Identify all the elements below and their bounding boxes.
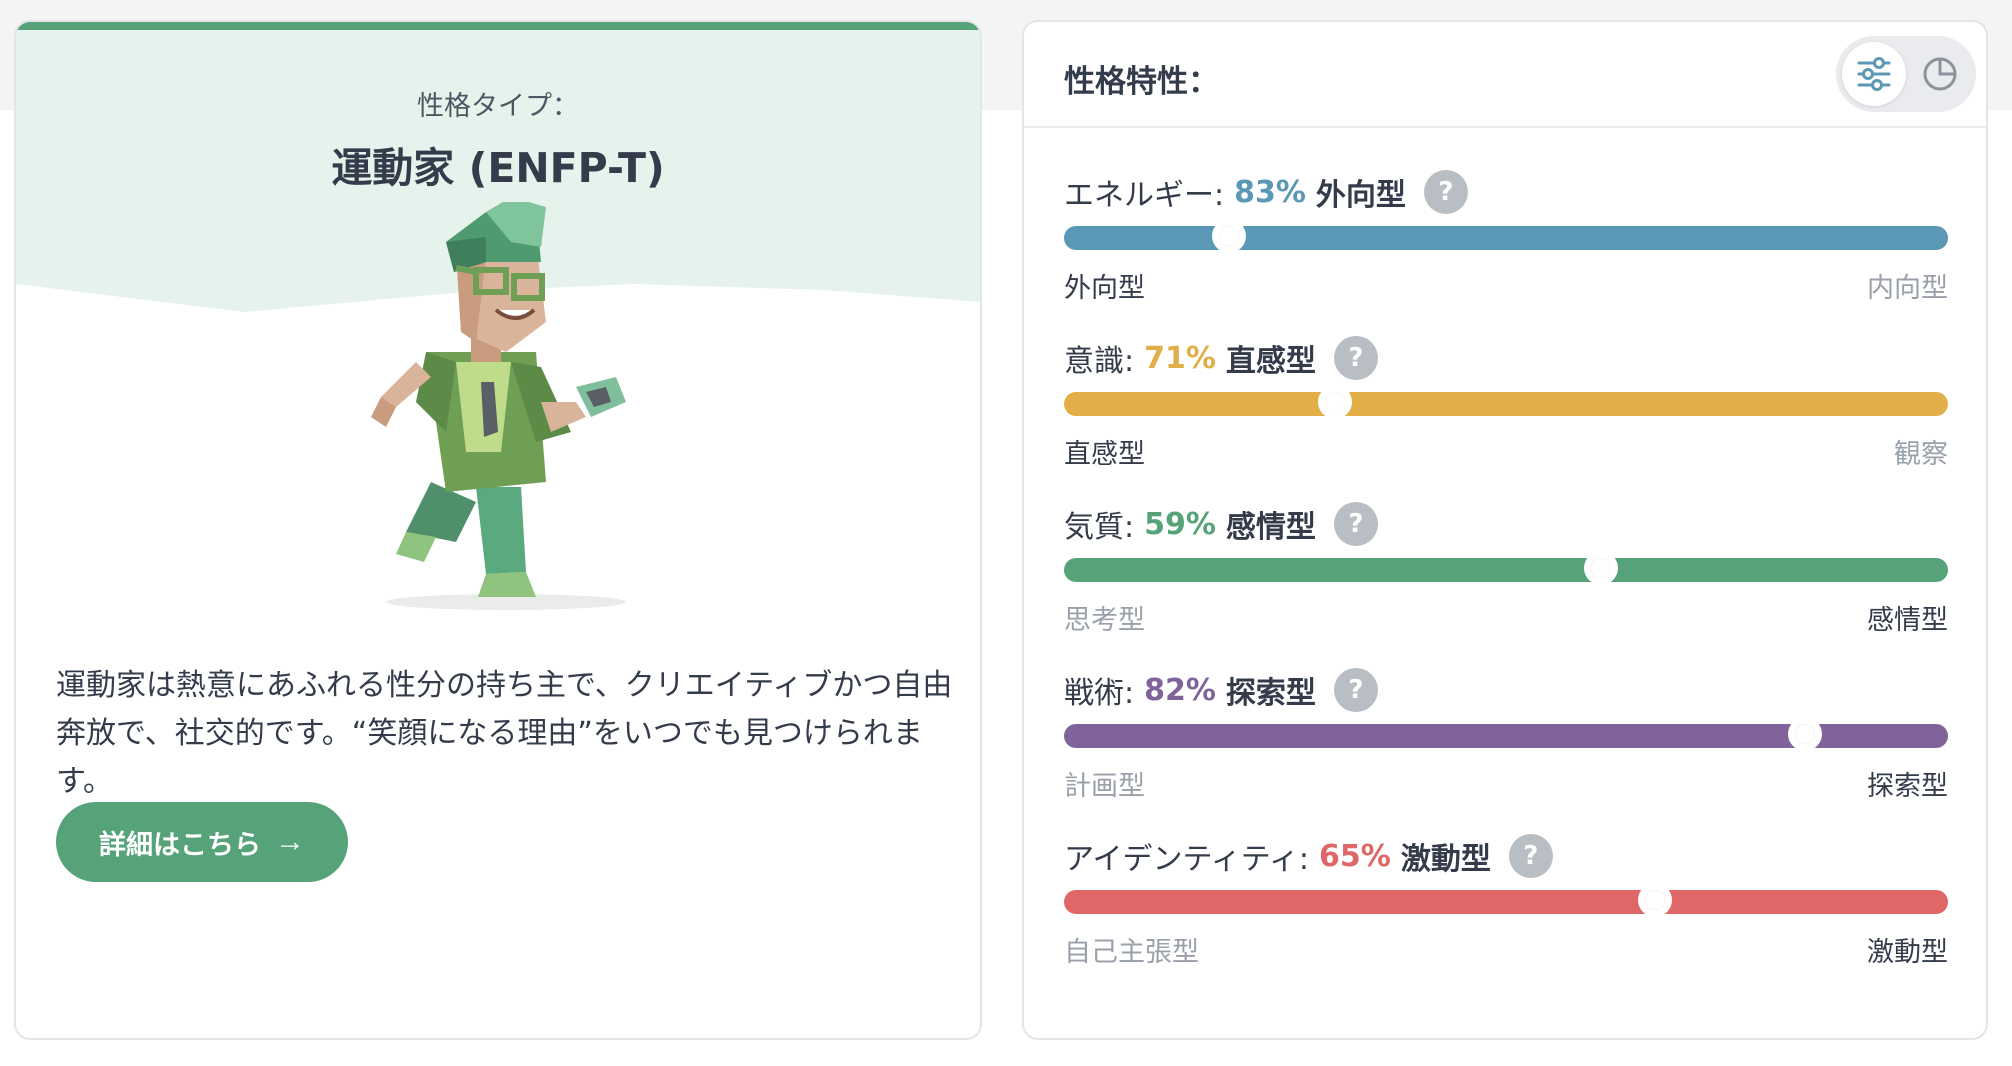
trait-percent: 59%	[1144, 506, 1216, 542]
right-pole-label: 感情型	[1867, 605, 1948, 636]
personality-type-card: 性格タイプ： 運動家 (ENFP-T) 運動家は熱意にあふれる性分の持ち主で、ク…	[14, 20, 982, 1040]
trait-slider-knob[interactable]	[1637, 883, 1672, 917]
left-pole-label: 外向型	[1064, 273, 1145, 304]
trait-slider-track	[1064, 385, 1948, 419]
learn-more-label: 詳細はこちら	[99, 829, 261, 860]
help-icon[interactable]: ?	[1423, 170, 1468, 214]
trait-tactics: 戦術: 82% 探索型 ? 計画型 探索型	[1064, 668, 1948, 818]
left-pole-label: 思考型	[1064, 605, 1145, 636]
learn-more-button[interactable]: 詳細はこちら →	[56, 802, 348, 882]
trait-slider-track	[1064, 717, 1948, 751]
trait-slider-knob[interactable]	[1212, 219, 1247, 253]
trait-identity: アイデンティティ: 65% 激動型 ? 自己主張型 激動型	[1064, 834, 1948, 984]
trait-name: エネルギー:	[1064, 178, 1225, 213]
trait-percent: 71%	[1144, 340, 1216, 376]
trait-side: 感情型	[1225, 510, 1316, 545]
trait-slider-knob[interactable]	[1318, 385, 1353, 419]
trait-name: 意識:	[1064, 344, 1135, 379]
type-description: 運動家は熱意にあふれる性分の持ち主で、クリエイティブかつ自由奔放で、社交的です。…	[56, 668, 953, 799]
type-name: 運動家 (ENFP-T)	[331, 144, 665, 192]
trait-name: アイデンティティ:	[1064, 842, 1310, 877]
trait-side: 直感型	[1225, 344, 1316, 379]
knob-center	[1794, 724, 1815, 744]
trait-slider-knob[interactable]	[1583, 551, 1618, 585]
trait-nature: 気質: 59% 感情型 ? 思考型 感情型	[1064, 502, 1948, 652]
sliders-view-button[interactable]	[1842, 42, 1906, 106]
trait-percent: 82%	[1144, 672, 1216, 708]
pie-chart-icon	[1923, 57, 1957, 91]
help-icon[interactable]: ?	[1333, 336, 1378, 380]
personality-traits-card: 性格特性： エネルギー: 83% 外向型 ? 外向型 内向型 意識: 71% 直…	[1022, 20, 1988, 1040]
trait-side: 外向型	[1315, 178, 1406, 213]
trait-percent: 83%	[1234, 174, 1306, 210]
trait-mind: 意識: 71% 直感型 ? 直感型 観察	[1064, 336, 1948, 486]
trait-name: 気質:	[1064, 510, 1135, 545]
help-icon[interactable]: ?	[1333, 668, 1378, 712]
type-kicker: 性格タイプ：	[417, 91, 579, 122]
view-toggle	[1836, 36, 1976, 112]
traits-header: 性格特性：	[1024, 22, 1986, 128]
trait-slider-track	[1064, 883, 1948, 917]
trait-side: 激動型	[1400, 842, 1491, 877]
right-pole-label: 観察	[1894, 439, 1948, 470]
campaigner-avatar-illustration	[371, 202, 626, 610]
knob-center	[1325, 392, 1346, 412]
trait-name: 戦術:	[1064, 676, 1135, 711]
right-pole-label: 内向型	[1867, 273, 1948, 304]
arrow-right-icon: →	[275, 825, 305, 858]
trait-slider-track	[1064, 551, 1948, 585]
trait-slider-knob[interactable]	[1787, 717, 1822, 751]
left-pole-label: 計画型	[1064, 771, 1145, 802]
sliders-icon	[1857, 57, 1891, 91]
trait-energy: エネルギー: 83% 外向型 ? 外向型 内向型	[1064, 170, 1948, 320]
trait-side: 探索型	[1225, 676, 1316, 711]
trait-percent: 65%	[1319, 838, 1391, 874]
knob-center	[1219, 226, 1240, 246]
right-pole-label: 探索型	[1867, 771, 1948, 802]
knob-center	[1590, 558, 1611, 578]
help-icon[interactable]: ?	[1333, 502, 1378, 546]
card-accent-bar	[16, 22, 980, 30]
left-pole-label: 直感型	[1064, 439, 1145, 470]
left-pole-label: 自己主張型	[1064, 937, 1199, 968]
right-pole-label: 激動型	[1867, 937, 1948, 968]
help-icon[interactable]: ?	[1508, 834, 1553, 878]
pie-chart-view-button[interactable]	[1908, 42, 1972, 106]
trait-slider-track	[1064, 219, 1948, 253]
knob-center	[1644, 890, 1665, 910]
traits-title: 性格特性：	[1064, 64, 1219, 100]
